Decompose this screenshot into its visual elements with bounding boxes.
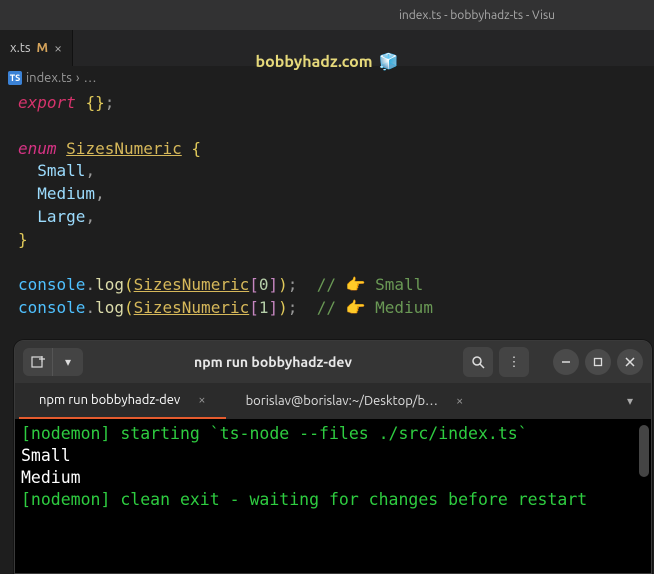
window-title: index.ts - bobbyhadz-ts - Visu [399, 9, 555, 22]
breadcrumb-file: index.ts [26, 71, 72, 85]
terminal-new-tab-group: ▾ [23, 348, 83, 376]
close-icon[interactable]: × [198, 393, 205, 407]
new-tab-button[interactable] [23, 348, 53, 376]
cube-icon: 🧊 [379, 53, 399, 71]
code-editor[interactable]: export {}; enum SizesNumeric { Small, Me… [0, 90, 654, 322]
terminal-tab[interactable]: borislav@borislav:~/Desktop/b… × [226, 383, 484, 419]
ts-file-icon: TS [8, 71, 22, 85]
terminal-title: npm run bobbyhadz-dev [89, 354, 457, 370]
maximize-button[interactable] [585, 349, 611, 375]
terminal-output[interactable]: [nodemon] starting `ts-node --files ./sr… [15, 419, 651, 573]
terminal-tab-bar: npm run bobbyhadz-dev × borislav@borisla… [15, 383, 651, 419]
terminal-header: ▾ npm run bobbyhadz-dev ⋮ [15, 341, 651, 383]
window-title-bar: index.ts - bobbyhadz-ts - Visu [0, 0, 654, 30]
scrollbar[interactable] [639, 425, 649, 477]
close-button[interactable] [617, 349, 643, 375]
minimize-button[interactable] [553, 349, 579, 375]
breadcrumb-more: … [84, 71, 97, 85]
menu-button[interactable]: ⋮ [499, 347, 529, 377]
terminal-tab-menu[interactable]: ▾ [613, 383, 647, 419]
breadcrumb-separator: › [76, 71, 80, 85]
terminal-tab-label: borislav@borislav:~/Desktop/b… [246, 394, 438, 408]
terminal-tab-active[interactable]: npm run bobbyhadz-dev × [19, 383, 226, 419]
terminal-window: ▾ npm run bobbyhadz-dev ⋮ npm run bobbyh… [14, 340, 652, 574]
watermark: bobbyhadz.com🧊 [0, 52, 654, 71]
search-button[interactable] [463, 347, 493, 377]
terminal-tab-label: npm run bobbyhadz-dev [39, 393, 180, 407]
close-icon[interactable]: × [456, 394, 463, 408]
dropdown-icon[interactable]: ▾ [53, 348, 83, 376]
